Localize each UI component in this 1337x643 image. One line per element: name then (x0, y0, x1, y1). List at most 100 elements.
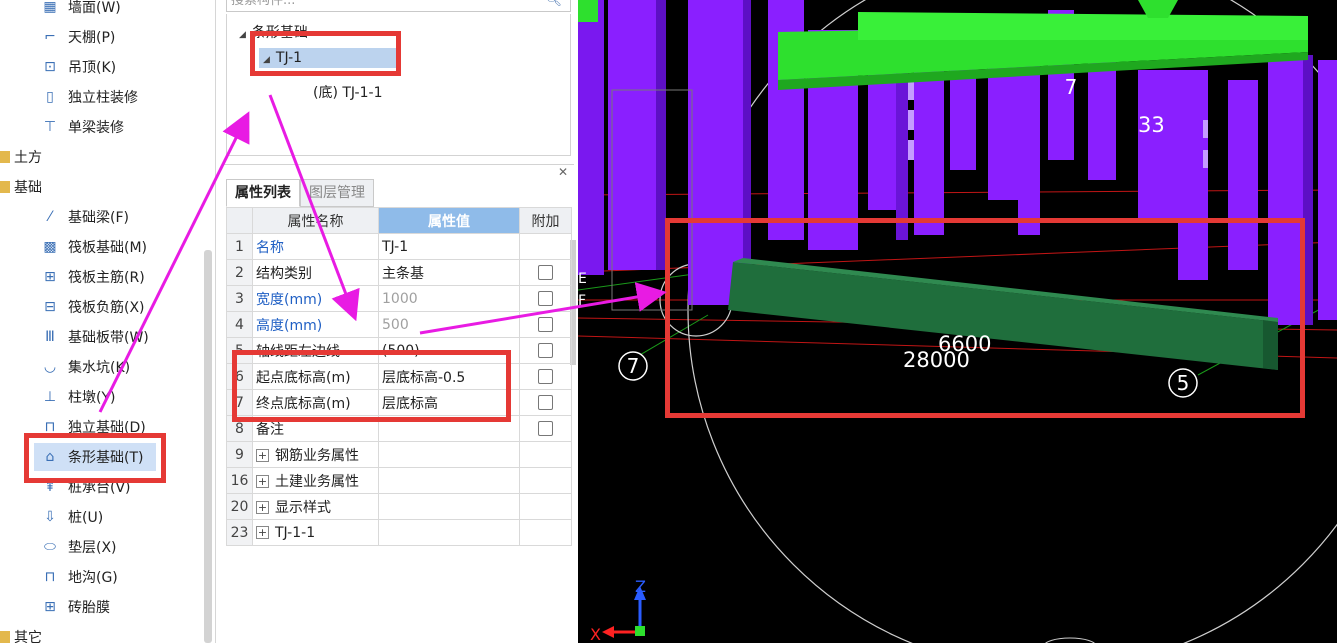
tree-node-tj1-1[interactable]: (底) TJ-1-1 (313, 82, 382, 102)
expand-plus-icon[interactable]: + (256, 501, 269, 514)
expand-triangle-icon[interactable]: ◢ (263, 55, 270, 65)
property-extra (519, 519, 572, 546)
3d-viewport[interactable]: 7 5 7 E F 6600 28000 33 Z X (578, 0, 1337, 643)
property-value[interactable]: 500 (378, 311, 520, 338)
extra-checkbox[interactable] (538, 369, 553, 384)
property-row[interactable]: 9 + 钢筋业务属性 (226, 441, 572, 468)
expand-plus-icon[interactable]: + (256, 449, 269, 462)
tree-item-18[interactable]: ⬭ 垫层(X) (40, 533, 117, 561)
property-row[interactable]: 2 结构类别 主条基 (226, 259, 572, 286)
tree-item-14[interactable]: ⊓ 独立基础(D) (40, 413, 146, 441)
row-index: 8 (226, 415, 253, 442)
tree-item-10[interactable]: ⊟ 筏板负筋(X) (40, 293, 144, 321)
tree-item-5[interactable]: 土方 (0, 143, 42, 171)
property-row[interactable]: 7 终点底标高(m) 层底标高 (226, 389, 572, 416)
property-value[interactable] (378, 467, 520, 494)
property-table: 属性名称 属性值 附加 1 名称 TJ-1 2 结构类别 主条基 3 宽度(mm) 1000 4 高… (226, 207, 572, 546)
tree-item-19[interactable]: ⊓ 地沟(G) (40, 563, 118, 591)
extra-checkbox[interactable] (538, 291, 553, 306)
search-icon[interactable]: 🔍︎ (545, 0, 562, 11)
expand-plus-icon[interactable]: + (256, 526, 269, 539)
tree-item-label: 其它 (14, 630, 42, 643)
tree-item-17[interactable]: ⇩ 桩(U) (40, 503, 103, 531)
extra-checkbox[interactable] (538, 317, 553, 332)
property-extra[interactable] (519, 389, 572, 416)
property-extra[interactable] (519, 415, 572, 442)
tree-item-1[interactable]: ⌐ 天棚(P) (40, 23, 115, 51)
tree-item-15[interactable]: ⌂ 条形基础(T) (34, 443, 156, 471)
property-extra[interactable] (519, 363, 572, 390)
trench-icon: ⊓ (44, 569, 56, 585)
property-value[interactable]: 层底标高-0.5 (378, 363, 520, 390)
pile-icon: ⇩ (44, 509, 56, 525)
property-row[interactable]: 3 宽度(mm) 1000 (226, 285, 572, 312)
row-index: 3 (226, 285, 253, 312)
tree-item-6[interactable]: 基础 (0, 173, 42, 201)
folder-icon (0, 151, 10, 163)
property-extra[interactable] (519, 285, 572, 312)
property-row[interactable]: 6 起点底标高(m) 层底标高-0.5 (226, 363, 572, 390)
property-name: + TJ-1-1 (252, 519, 379, 546)
extra-checkbox[interactable] (538, 395, 553, 410)
tree-item-label: 独立基础(D) (68, 420, 146, 436)
tree-node-tj1[interactable]: ◢ TJ-1 (259, 48, 399, 68)
tree-scrollbar[interactable] (204, 250, 212, 643)
tree-item-11[interactable]: Ⅲ 基础板带(W) (40, 323, 149, 351)
property-value[interactable] (378, 519, 520, 546)
property-value[interactable] (378, 415, 520, 442)
axis-e-label: E (578, 271, 587, 287)
property-name: 名称 (252, 233, 379, 260)
header-property-value: 属性值 (378, 207, 520, 234)
property-value[interactable] (378, 493, 520, 520)
property-row[interactable]: 16 + 土建业务属性 (226, 467, 572, 494)
brick-form-icon: ⊞ (44, 599, 56, 615)
tab-property-list[interactable]: 属性列表 (226, 179, 300, 207)
property-value[interactable]: (500) (378, 337, 520, 364)
expand-triangle-icon[interactable]: ◢ (239, 30, 246, 40)
tree-item-4[interactable]: ⊤ 单梁装修 (40, 113, 124, 141)
axis-top-label: 7 (1065, 75, 1078, 99)
property-name-text: 宽度(mm) (256, 291, 323, 308)
extra-checkbox[interactable] (538, 421, 553, 436)
property-value[interactable]: 主条基 (378, 259, 520, 286)
search-input[interactable]: 搜索构件... 🔍︎ (226, 0, 571, 12)
property-name-text: 起点底标高(m) (256, 369, 351, 386)
3d-scene[interactable]: 7 5 7 E F 6600 28000 33 Z X (578, 0, 1337, 643)
tree-item-label: 天棚(P) (68, 30, 116, 46)
property-row[interactable]: 4 高度(mm) 500 (226, 311, 572, 338)
property-row[interactable]: 20 + 显示样式 (226, 493, 572, 520)
property-value[interactable]: 层底标高 (378, 389, 520, 416)
tree-item-16[interactable]: ⇞ 桩承台(V) (40, 473, 130, 501)
property-row[interactable]: 1 名称 TJ-1 (226, 233, 572, 260)
tree-item-20[interactable]: ⊞ 砖胎膜 (40, 593, 110, 621)
property-row[interactable]: 23 + TJ-1-1 (226, 519, 572, 546)
tree-item-label: 砖胎膜 (68, 600, 110, 616)
extra-checkbox[interactable] (538, 343, 553, 358)
tree-item-8[interactable]: ▩ 筏板基础(M) (40, 233, 147, 261)
tree-item-21[interactable]: 其它 (0, 623, 42, 643)
property-extra[interactable] (519, 311, 572, 338)
property-value[interactable] (378, 441, 520, 468)
property-value[interactable]: 1000 (378, 285, 520, 312)
property-value[interactable]: TJ-1 (378, 233, 520, 260)
property-extra[interactable] (519, 259, 572, 286)
tree-item-9[interactable]: ⊞ 筏板主筋(R) (40, 263, 145, 291)
tree-item-12[interactable]: ◡ 集水坑(K) (40, 353, 130, 381)
property-name-text: 土建业务属性 (275, 473, 359, 490)
tab-layer-management[interactable]: 图层管理 (300, 179, 374, 207)
tree-item-0[interactable]: ▦ 墙面(W) (40, 0, 120, 21)
property-row[interactable]: 5 轴线距左边线 (500) (226, 337, 572, 364)
extra-checkbox[interactable] (538, 265, 553, 280)
close-icon[interactable]: ✕ (558, 165, 568, 179)
expand-plus-icon[interactable]: + (256, 475, 269, 488)
tree-item-13[interactable]: ⊥ 柱墩(Y) (40, 383, 116, 411)
tree-item-7[interactable]: ⁄ 基础梁(F) (40, 203, 129, 231)
property-name-text: 名称 (256, 239, 284, 256)
property-extra[interactable] (519, 337, 572, 364)
row-index: 9 (226, 441, 253, 468)
tree-node-strip-footing[interactable]: ◢ 条形基础 (239, 22, 308, 42)
tree-item-2[interactable]: ⊡ 吊顶(K) (40, 53, 116, 81)
property-row[interactable]: 8 备注 (226, 415, 572, 442)
tree-item-3[interactable]: ▯ 独立柱装修 (40, 83, 138, 111)
property-extra (519, 233, 572, 260)
